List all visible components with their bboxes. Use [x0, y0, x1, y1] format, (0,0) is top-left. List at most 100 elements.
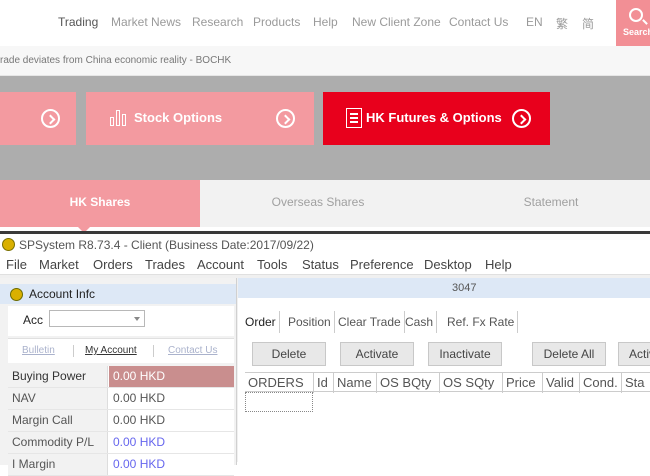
row-label: I Margin [8, 454, 108, 475]
hk-futures-options-label: HK Futures & Options [366, 110, 502, 125]
row-label: NAV [8, 388, 108, 409]
chevron-down-icon [134, 317, 140, 321]
commodity-pl-row: Commodity P/L 0.00 HKD [8, 432, 234, 454]
stock-options-card[interactable]: Stock Options [86, 92, 314, 145]
menu-status[interactable]: Status [302, 257, 339, 272]
top-nav: Trading Market News Research Products He… [0, 0, 650, 46]
nav-help[interactable]: Help [313, 15, 338, 29]
account-info-pane: Account Infc Acc Bulletin My Account Con… [0, 278, 237, 476]
activate-button[interactable]: Activate [340, 342, 414, 366]
col-os-sqty[interactable]: OS SQty [440, 373, 503, 393]
row-label: Buying Power [8, 366, 108, 387]
col-cond[interactable]: Cond. [580, 373, 622, 393]
window-title: SPSystem R8.73.4 - Client (Business Date… [19, 238, 314, 252]
app-icon [2, 238, 15, 251]
menu-file[interactable]: File [6, 257, 27, 272]
col-os-bqty[interactable]: OS BQty [377, 373, 440, 393]
subtab-cash[interactable]: Cash [402, 311, 438, 333]
col-price[interactable]: Price [503, 373, 543, 393]
tab-label: HK Shares [69, 195, 131, 209]
spsystem-window: SPSystem R8.73.4 - Client (Business Date… [0, 231, 650, 476]
nav-research[interactable]: Research [192, 15, 243, 29]
row-label: Commodity P/L [8, 432, 108, 453]
tab-statement[interactable]: Statement [451, 180, 650, 227]
menu-market[interactable]: Market [39, 257, 79, 272]
acc-label: Acc [23, 313, 44, 327]
app-icon [10, 288, 23, 301]
row-label: Margin Call [8, 410, 108, 431]
inactivate-button[interactable]: Inactivate [428, 342, 502, 366]
lang-simplified[interactable]: 简 [582, 15, 594, 32]
product-banner: Stock Options HK Futures & Options [0, 76, 650, 180]
lang-traditional[interactable]: 繁 [556, 15, 568, 32]
orders-pane: 3047 Order Position Clear Trade Cash Ref… [238, 278, 650, 465]
tab-hk-shares[interactable]: HK Shares [0, 180, 200, 233]
menu-trades[interactable]: Trades [145, 257, 185, 272]
col-id[interactable]: Id [314, 373, 334, 393]
bar-chart-icon [109, 108, 129, 128]
col-status[interactable]: Sta [622, 373, 650, 393]
account-info-title: Account Infc [29, 287, 96, 301]
col-orders[interactable]: ORDERS [245, 373, 314, 393]
arrow-circle-icon [41, 109, 60, 128]
row-value: 0.00 HKD [113, 457, 166, 471]
account-links: Bulletin My Account Contact Us [8, 338, 234, 363]
link-divider [153, 345, 154, 357]
tab-label: Statement [523, 195, 579, 209]
order-action-buttons: Delete Activate Inactivate Delete All Ac… [238, 342, 650, 368]
stock-options-label: Stock Options [134, 110, 223, 125]
tab-label: Overseas Shares [271, 195, 365, 209]
nav-products[interactable]: Products [253, 15, 300, 29]
nav-new-client-zone[interactable]: New Client Zone [352, 15, 441, 29]
nav-contact-us[interactable]: Contact Us [449, 15, 508, 29]
link-contact-us[interactable]: Contact Us [168, 345, 217, 356]
link-divider [73, 345, 74, 357]
margin-call-row: Margin Call 0.00 HKD [8, 410, 234, 432]
delete-all-button[interactable]: Delete All [532, 342, 606, 366]
account-info-header: Account Infc [0, 284, 236, 304]
section-tabs: HK Shares Overseas Shares Statement [0, 180, 650, 233]
arrow-circle-icon [512, 109, 531, 128]
menu-account[interactable]: Account [197, 257, 244, 272]
subtab-clear-trade[interactable]: Clear Trade [335, 311, 405, 333]
product-card-partial[interactable] [0, 92, 76, 145]
activate-all-button[interactable]: Activ [618, 342, 650, 366]
row-value: 0.00 HKD [113, 413, 166, 427]
menu-orders[interactable]: Orders [93, 257, 133, 272]
link-my-account[interactable]: My Account [85, 345, 137, 356]
nav-row: NAV 0.00 HKD [8, 388, 234, 410]
nav-trading[interactable]: Trading [58, 15, 98, 29]
col-valid[interactable]: Valid [543, 373, 580, 393]
row-value: 0.00 HKD [113, 435, 166, 449]
subtab-position[interactable]: Position [285, 311, 335, 333]
account-selector: Acc [8, 306, 234, 336]
col-name[interactable]: Name [334, 373, 377, 393]
menu-tools[interactable]: Tools [257, 257, 287, 272]
buying-power-row: Buying Power 0.00 HKD [8, 366, 234, 388]
search-icon [629, 8, 643, 22]
search-button[interactable]: Search [616, 0, 650, 46]
document-icon [346, 108, 362, 128]
delete-button[interactable]: Delete [252, 342, 326, 366]
lang-en[interactable]: EN [526, 15, 543, 29]
menu-bar: File Market Orders Trades Account Tools … [0, 256, 650, 275]
row-value: 0.00 HKD [109, 366, 234, 387]
window-titlebar[interactable]: SPSystem R8.73.4 - Client (Business Date… [0, 234, 650, 256]
subtab-ref-fx-rate[interactable]: Ref. Fx Rate [444, 311, 519, 333]
arrow-circle-icon [276, 109, 295, 128]
orders-header: 3047 [238, 278, 650, 298]
i-margin-row: I Margin 0.00 HKD [8, 454, 234, 476]
selected-cell[interactable] [245, 392, 313, 412]
orders-table-header: ORDERS Id Name OS BQty OS SQty Price Val… [245, 372, 650, 393]
acc-dropdown[interactable] [49, 310, 145, 327]
subtab-order[interactable]: Order [242, 311, 280, 333]
hk-futures-options-card[interactable]: HK Futures & Options [323, 92, 550, 145]
link-bulletin[interactable]: Bulletin [22, 345, 55, 356]
tab-overseas-shares[interactable]: Overseas Shares [218, 180, 418, 227]
menu-desktop[interactable]: Desktop [424, 257, 472, 272]
menu-help[interactable]: Help [485, 257, 512, 272]
menu-preference[interactable]: Preference [350, 257, 414, 272]
news-ticker[interactable]: rade deviates from China economic realit… [0, 46, 650, 76]
nav-market-news[interactable]: Market News [111, 15, 181, 29]
ticker-text: rade deviates from China economic realit… [0, 55, 232, 66]
